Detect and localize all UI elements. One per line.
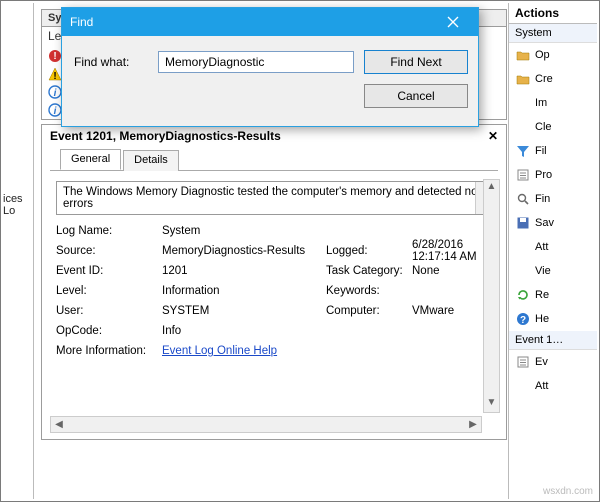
cancel-button[interactable]: Cancel: [364, 84, 468, 108]
action-label: Fin: [535, 193, 550, 205]
help-icon: ?: [516, 312, 530, 326]
action-item[interactable]: Op: [509, 43, 597, 67]
val-level: Information: [162, 285, 326, 297]
action-item[interactable]: Vie: [509, 259, 597, 283]
action-label: Att: [535, 380, 548, 392]
lbl-taskcat: Task Category:: [326, 265, 412, 277]
info-icon: i: [48, 103, 62, 117]
lbl-eventid: Event ID:: [56, 265, 162, 277]
action-label: Fil: [535, 145, 547, 157]
val-source: MemoryDiagnostics-Results: [162, 245, 326, 257]
action-item[interactable]: Fil: [509, 139, 597, 163]
properties-icon: [516, 355, 530, 369]
detail-close-button[interactable]: ✕: [488, 129, 498, 143]
find-dialog: Find Find what: Find Next Cancel: [61, 7, 479, 127]
svg-text:i: i: [54, 88, 57, 99]
action-label: Ev: [535, 356, 548, 368]
val-user: SYSTEM: [162, 305, 326, 317]
action-item[interactable]: Cre: [509, 67, 597, 91]
lbl-source: Source:: [56, 245, 162, 257]
event-message-text: The Windows Memory Diagnostic tested the…: [63, 186, 477, 210]
find-what-input[interactable]: [158, 51, 354, 73]
action-label: He: [535, 313, 549, 325]
action-label: Att: [535, 241, 548, 253]
link-eventlog-online-help[interactable]: Event Log Online Help: [162, 345, 326, 357]
action-item[interactable]: Cle: [509, 115, 597, 139]
save-icon: [516, 216, 530, 230]
scroll-up-icon[interactable]: ▲: [487, 180, 497, 196]
scroll-down-icon[interactable]: ▼: [487, 396, 497, 412]
lbl-level: Level:: [56, 285, 162, 297]
svg-text:!: !: [53, 71, 56, 81]
error-icon: !: [48, 49, 62, 63]
val-taskcat: None: [412, 265, 492, 277]
detail-title: Event 1201, MemoryDiagnostics-Results: [50, 129, 281, 143]
action-label: Cre: [535, 73, 553, 85]
scroll-right-icon[interactable]: ▶: [465, 419, 481, 430]
action-item[interactable]: Att: [509, 235, 597, 259]
action-label: Sav: [535, 217, 554, 229]
val-eventid: 1201: [162, 265, 326, 277]
actions-panel: Actions System Op Cre Im Cle Fil Pro Fin Sav Att…: [508, 3, 597, 499]
lbl-computer: Computer:: [326, 305, 412, 317]
find-dialog-titlebar[interactable]: Find: [62, 8, 478, 36]
action-item[interactable]: Sav: [509, 211, 597, 235]
action-label: Cle: [535, 121, 552, 133]
warning-icon: !: [48, 67, 62, 81]
action-item[interactable]: Fin: [509, 187, 597, 211]
folder-icon: [516, 48, 530, 62]
app-window: ices Lo Syst Lev !E!Warning6/28/2016 12:…: [0, 0, 600, 502]
action-item[interactable]: Att: [509, 374, 597, 398]
left-nav-label: ices Lo: [3, 193, 23, 217]
actions-group-event: Event 1…: [509, 331, 597, 350]
lbl-moreinfo: More Information:: [56, 345, 162, 357]
lbl-logname: Log Name:: [56, 225, 162, 237]
svg-text:!: !: [53, 51, 56, 62]
properties-icon: [516, 168, 530, 182]
detail-hscrollbar[interactable]: ◀ ▶: [50, 416, 482, 433]
actions-group-system: System: [509, 24, 597, 43]
find-dialog-close-button[interactable]: [436, 12, 470, 32]
find-what-label: Find what:: [74, 55, 148, 69]
val-computer: VMware: [412, 305, 492, 317]
val-logname: System: [162, 225, 326, 237]
tab-general[interactable]: General: [60, 149, 121, 170]
action-label: Im: [535, 97, 547, 109]
folder-icon: [516, 72, 530, 86]
action-item[interactable]: Pro: [509, 163, 597, 187]
left-nav-strip: ices Lo: [3, 3, 34, 499]
event-fields: Log Name: System Source: MemoryDiagnosti…: [56, 221, 492, 361]
event-detail-pane: Event 1201, MemoryDiagnostics-Results ✕ …: [41, 124, 507, 440]
val-logged: 6/28/2016 12:17:14 AM: [412, 239, 492, 263]
action-item[interactable]: Im: [509, 91, 597, 115]
close-icon: [447, 16, 459, 28]
tab-details[interactable]: Details: [123, 150, 179, 171]
actions-header: Actions: [509, 3, 597, 24]
action-label: Op: [535, 49, 550, 61]
lbl-opcode: OpCode:: [56, 325, 162, 337]
lbl-logged: Logged:: [326, 245, 412, 257]
find-icon: [516, 192, 530, 206]
action-label: Vie: [535, 265, 551, 277]
watermark-text: wsxdn.com: [543, 486, 593, 497]
action-item[interactable]: Re: [509, 283, 597, 307]
detail-vscrollbar[interactable]: ▲ ▼: [483, 179, 500, 413]
find-dialog-title: Find: [70, 15, 93, 29]
scroll-left-icon[interactable]: ◀: [51, 419, 67, 430]
find-next-button[interactable]: Find Next: [364, 50, 468, 74]
filter-icon: [516, 144, 530, 158]
action-label: Re: [535, 289, 549, 301]
info-icon: i: [48, 85, 62, 99]
action-item[interactable]: ? He: [509, 307, 597, 331]
action-label: Pro: [535, 169, 552, 181]
lbl-keywords: Keywords:: [326, 285, 412, 297]
svg-text:?: ?: [520, 315, 526, 326]
refresh-icon: [516, 288, 530, 302]
svg-text:i: i: [54, 106, 57, 117]
val-opcode: Info: [162, 325, 326, 337]
event-message-box: The Windows Memory Diagnostic tested the…: [56, 181, 492, 215]
action-item[interactable]: Ev: [509, 350, 597, 374]
lbl-user: User:: [56, 305, 162, 317]
